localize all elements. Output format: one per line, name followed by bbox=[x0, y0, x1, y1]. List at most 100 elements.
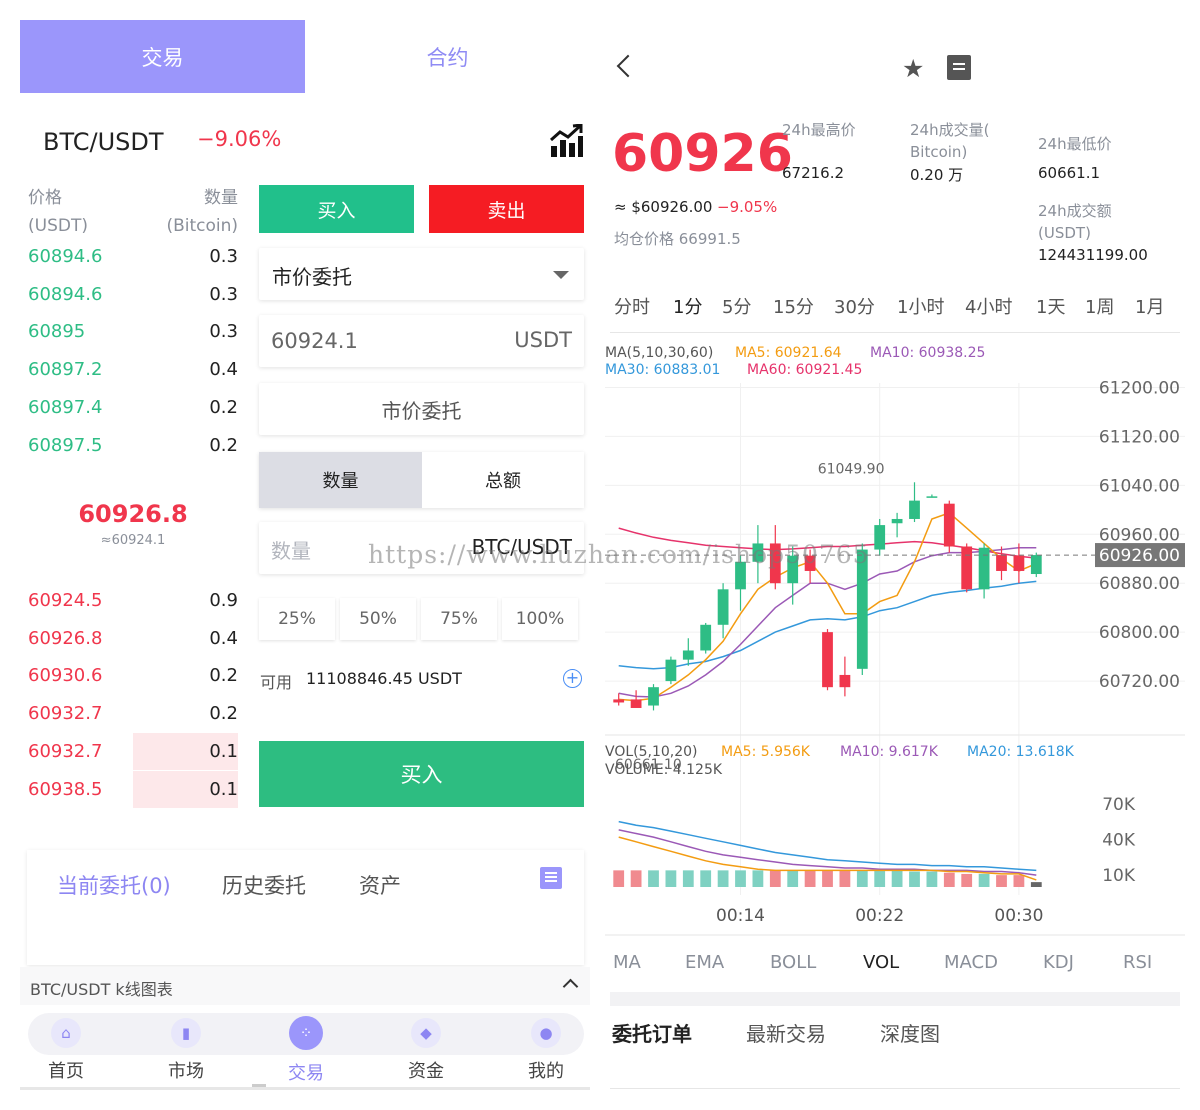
orderbook-qty: 0.2 bbox=[209, 703, 238, 725]
add-funds-icon[interactable]: + bbox=[563, 669, 582, 688]
candle-body bbox=[682, 650, 694, 660]
document-icon[interactable] bbox=[540, 867, 562, 889]
buy-tab[interactable]: 买入 bbox=[259, 185, 414, 233]
indicator-tab[interactable]: KDJ bbox=[1043, 952, 1074, 973]
vol-legend-title: VOL(5,10,20) bbox=[605, 744, 698, 760]
nav-trade-label: 交易 bbox=[288, 1063, 324, 1084]
nav-wallet[interactable]: ◆ 资金 bbox=[381, 1013, 471, 1083]
stat-volume-value: 0.20 万 bbox=[910, 166, 964, 184]
orderbook-row[interactable]: 60897.2 0.4 bbox=[28, 351, 238, 388]
orderbook-price: 60897.5 bbox=[28, 434, 103, 456]
orderbook-row[interactable]: 60894.6 0.3 bbox=[28, 276, 238, 313]
indicator-tab[interactable]: RSI bbox=[1123, 952, 1152, 973]
volume-bar bbox=[978, 873, 990, 887]
market-order-button[interactable]: 市价委托 bbox=[259, 383, 584, 435]
interval-tab[interactable]: 1小时 bbox=[897, 293, 944, 319]
orderbook-qty: 0.4 bbox=[209, 627, 238, 649]
nav-market[interactable]: ▮ 市场 bbox=[141, 1013, 231, 1083]
orderbook-price: 60894.6 bbox=[28, 246, 103, 267]
percent-100-button[interactable]: 100% bbox=[502, 598, 578, 640]
volume-bar bbox=[909, 871, 920, 887]
bottom-nav: ⌂ 首页 ▮ 市场 ⁘ 交易 ◆ 资金 ● 我的 bbox=[20, 1005, 590, 1090]
orderbook-row[interactable]: 60897.5 0.2 bbox=[28, 427, 238, 464]
last-price-tag-label: 60926.00 bbox=[1099, 546, 1180, 566]
interval-tab[interactable]: 1周 bbox=[1085, 293, 1114, 319]
percent-50-button[interactable]: 50% bbox=[340, 598, 416, 640]
qty-header-label: 数量 bbox=[204, 188, 238, 208]
orderbook-row[interactable]: 60930.6 0.2 bbox=[28, 657, 238, 694]
orderbook-row[interactable]: 60894.6 0.3 bbox=[28, 238, 238, 275]
chart-icon[interactable] bbox=[548, 124, 584, 158]
interval-tab[interactable]: 30分 bbox=[834, 293, 875, 319]
ma30-legend: MA30: 60883.01 bbox=[605, 362, 720, 378]
kline-chart[interactable]: MA(5,10,30,60) MA5: 60921.64 MA10: 60938.2… bbox=[605, 335, 1185, 940]
indicator-tab[interactable]: MA bbox=[613, 952, 641, 973]
y-tick-label: 60800.00 bbox=[1099, 623, 1180, 643]
order-type-select[interactable]: 市价委托 bbox=[259, 248, 584, 300]
interval-tab[interactable]: 1分 bbox=[673, 293, 702, 319]
percent-75-button[interactable]: 75% bbox=[421, 598, 497, 640]
detail-bottom-tab[interactable]: 最新交易 bbox=[746, 1018, 826, 1047]
volume-bar bbox=[874, 870, 886, 887]
percent-25-button[interactable]: 25% bbox=[259, 598, 335, 640]
nav-trade[interactable]: ⁘ 交易 bbox=[261, 1013, 351, 1085]
back-arrow-icon[interactable] bbox=[616, 54, 640, 78]
indicator-tab[interactable]: BOLL bbox=[770, 952, 816, 973]
indicator-tab[interactable]: VOL bbox=[863, 952, 899, 973]
kline-toggle-bar[interactable]: BTC/USDT k线图表 bbox=[20, 967, 590, 1005]
detail-bottom-tab[interactable]: 深度图 bbox=[880, 1018, 940, 1047]
volume-bar bbox=[769, 870, 781, 887]
stat-low-value: 60661.1 bbox=[1038, 164, 1101, 182]
price-input[interactable]: 60924.1 USDT bbox=[259, 315, 584, 367]
nav-home[interactable]: ⌂ 首页 bbox=[21, 1013, 111, 1083]
orderbook-row[interactable]: 60897.4 0.2 bbox=[28, 389, 238, 426]
document-icon[interactable] bbox=[947, 55, 971, 80]
tab-current-orders[interactable]: 当前委托(0) bbox=[57, 870, 171, 900]
orderbook-row[interactable]: 60926.8 0.4 bbox=[28, 620, 238, 657]
y-tick-label: 60880.00 bbox=[1099, 574, 1180, 594]
volume-bar bbox=[752, 870, 764, 887]
detail-bottom-tab[interactable]: 委托订单 bbox=[612, 1018, 692, 1047]
section-divider bbox=[610, 992, 1180, 1006]
ma10-legend: MA10: 60938.25 bbox=[870, 345, 985, 361]
bottom-divider-line bbox=[610, 1088, 1180, 1089]
sell-tab[interactable]: 卖出 bbox=[429, 185, 584, 233]
tab-assets[interactable]: 资产 bbox=[359, 870, 401, 900]
vol-ma5-legend: MA5: 5.956K bbox=[721, 744, 811, 760]
vol-tick-label: 10K bbox=[1102, 866, 1136, 886]
tab-total[interactable]: 总额 bbox=[422, 452, 584, 508]
orderbook-qty: 0.3 bbox=[209, 321, 238, 343]
top-tabs: 交易 合约 bbox=[20, 20, 590, 93]
indicator-tabs: MA EMA BOLL VOL MACD KDJ RSI bbox=[610, 952, 1180, 982]
trade-icon: ⁘ bbox=[289, 1016, 323, 1050]
interval-tab[interactable]: 1天 bbox=[1036, 293, 1065, 319]
orderbook-row[interactable]: 60932.7 0.1 bbox=[28, 732, 238, 770]
interval-tab[interactable]: 1月 bbox=[1135, 293, 1164, 319]
stat-turnover-label-1: 24h成交额 bbox=[1038, 202, 1112, 220]
pair-title[interactable]: BTC/USDT bbox=[43, 128, 164, 156]
buy-button[interactable]: 买入 bbox=[259, 741, 584, 807]
volume-bar bbox=[961, 873, 973, 887]
nav-home-label: 首页 bbox=[48, 1061, 84, 1082]
ma60-legend: MA60: 60921.45 bbox=[747, 362, 862, 378]
tab-quantity[interactable]: 数量 bbox=[259, 452, 422, 508]
candle-body bbox=[909, 500, 920, 519]
interval-tab[interactable]: 5分 bbox=[722, 293, 751, 319]
orderbook-row[interactable]: 60932.7 0.2 bbox=[28, 695, 238, 732]
star-icon[interactable]: ★ bbox=[902, 54, 924, 83]
interval-tab[interactable]: 15分 bbox=[773, 293, 814, 319]
indicator-tab[interactable]: EMA bbox=[685, 952, 724, 973]
orderbook-price: 60932.7 bbox=[28, 703, 103, 725]
orderbook-price: 60897.4 bbox=[28, 396, 103, 418]
nav-profile[interactable]: ● 我的 bbox=[501, 1013, 591, 1083]
stat-turnover-value: 124431199.00 bbox=[1038, 246, 1148, 264]
tab-contract[interactable]: 合约 bbox=[305, 20, 590, 93]
orderbook-row[interactable]: 60895 0.3 bbox=[28, 313, 238, 350]
orderbook-row[interactable]: 60924.5 0.9 bbox=[28, 582, 238, 619]
tab-order-history[interactable]: 历史委托 bbox=[222, 870, 306, 900]
indicator-tab[interactable]: MACD bbox=[944, 952, 998, 973]
interval-tab[interactable]: 4小时 bbox=[965, 293, 1012, 319]
orderbook-row[interactable]: 60938.5 0.1 bbox=[28, 770, 238, 808]
tab-trade[interactable]: 交易 bbox=[20, 20, 305, 93]
interval-tab[interactable]: 分时 bbox=[614, 293, 650, 319]
